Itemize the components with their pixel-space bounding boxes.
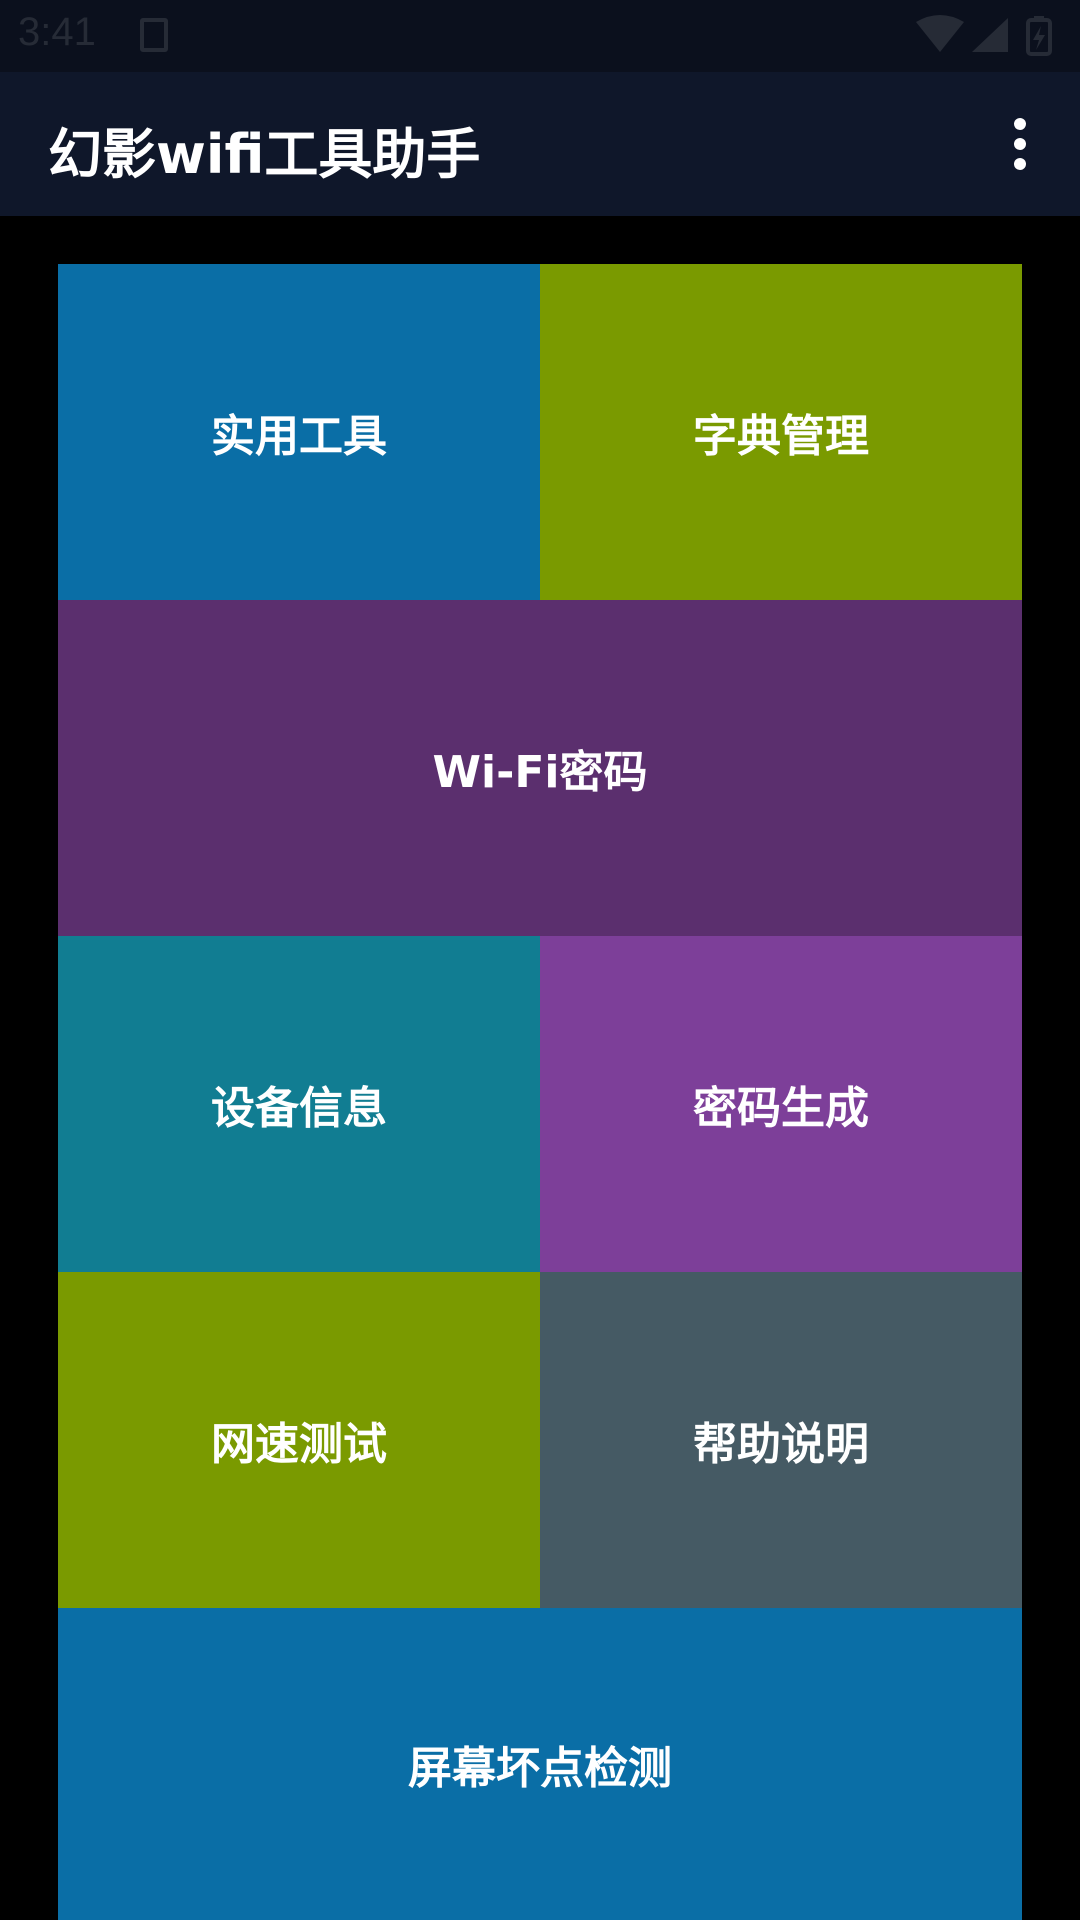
tile-help[interactable]: 帮助说明 [540, 1272, 1022, 1608]
tile-label: 密码生成 [693, 1083, 869, 1134]
tile-speed-test[interactable]: 网速测试 [58, 1272, 540, 1608]
tile-label: 屏幕坏点检测 [408, 1743, 672, 1794]
app-bar: 幻影wifi工具助手 [0, 72, 1080, 216]
app-title: 幻影wifi工具助手 [48, 123, 481, 186]
wifi-icon [916, 15, 964, 52]
tile-label: 字典管理 [693, 411, 869, 462]
signal-icon [972, 18, 1008, 52]
status-bar: 3:41 [0, 0, 1080, 72]
tile-grid: 实用工具 字典管理 Wi-Fi密码 设备信息 密码生成 网速测试 帮助说明 屏幕… [58, 264, 1022, 1920]
tile-password-generator[interactable]: 密码生成 [540, 936, 1022, 1272]
tile-utility-tools[interactable]: 实用工具 [58, 264, 540, 600]
tile-label: 网速测试 [211, 1419, 387, 1470]
status-icons [916, 15, 1052, 56]
status-time: 3:41 [18, 10, 96, 54]
tile-label: 帮助说明 [693, 1419, 869, 1470]
battery-icon [1026, 16, 1052, 56]
tile-label: 实用工具 [211, 411, 387, 462]
more-vert-icon[interactable] [996, 114, 1044, 174]
notification-icon [140, 18, 168, 52]
tile-dictionary-management[interactable]: 字典管理 [540, 264, 1022, 600]
tile-dead-pixel-test[interactable]: 屏幕坏点检测 [58, 1608, 1022, 1920]
tile-device-info[interactable]: 设备信息 [58, 936, 540, 1272]
tile-wifi-password[interactable]: Wi-Fi密码 [58, 600, 1022, 936]
tile-label: Wi-Fi密码 [432, 747, 648, 798]
tile-label: 设备信息 [211, 1083, 387, 1134]
